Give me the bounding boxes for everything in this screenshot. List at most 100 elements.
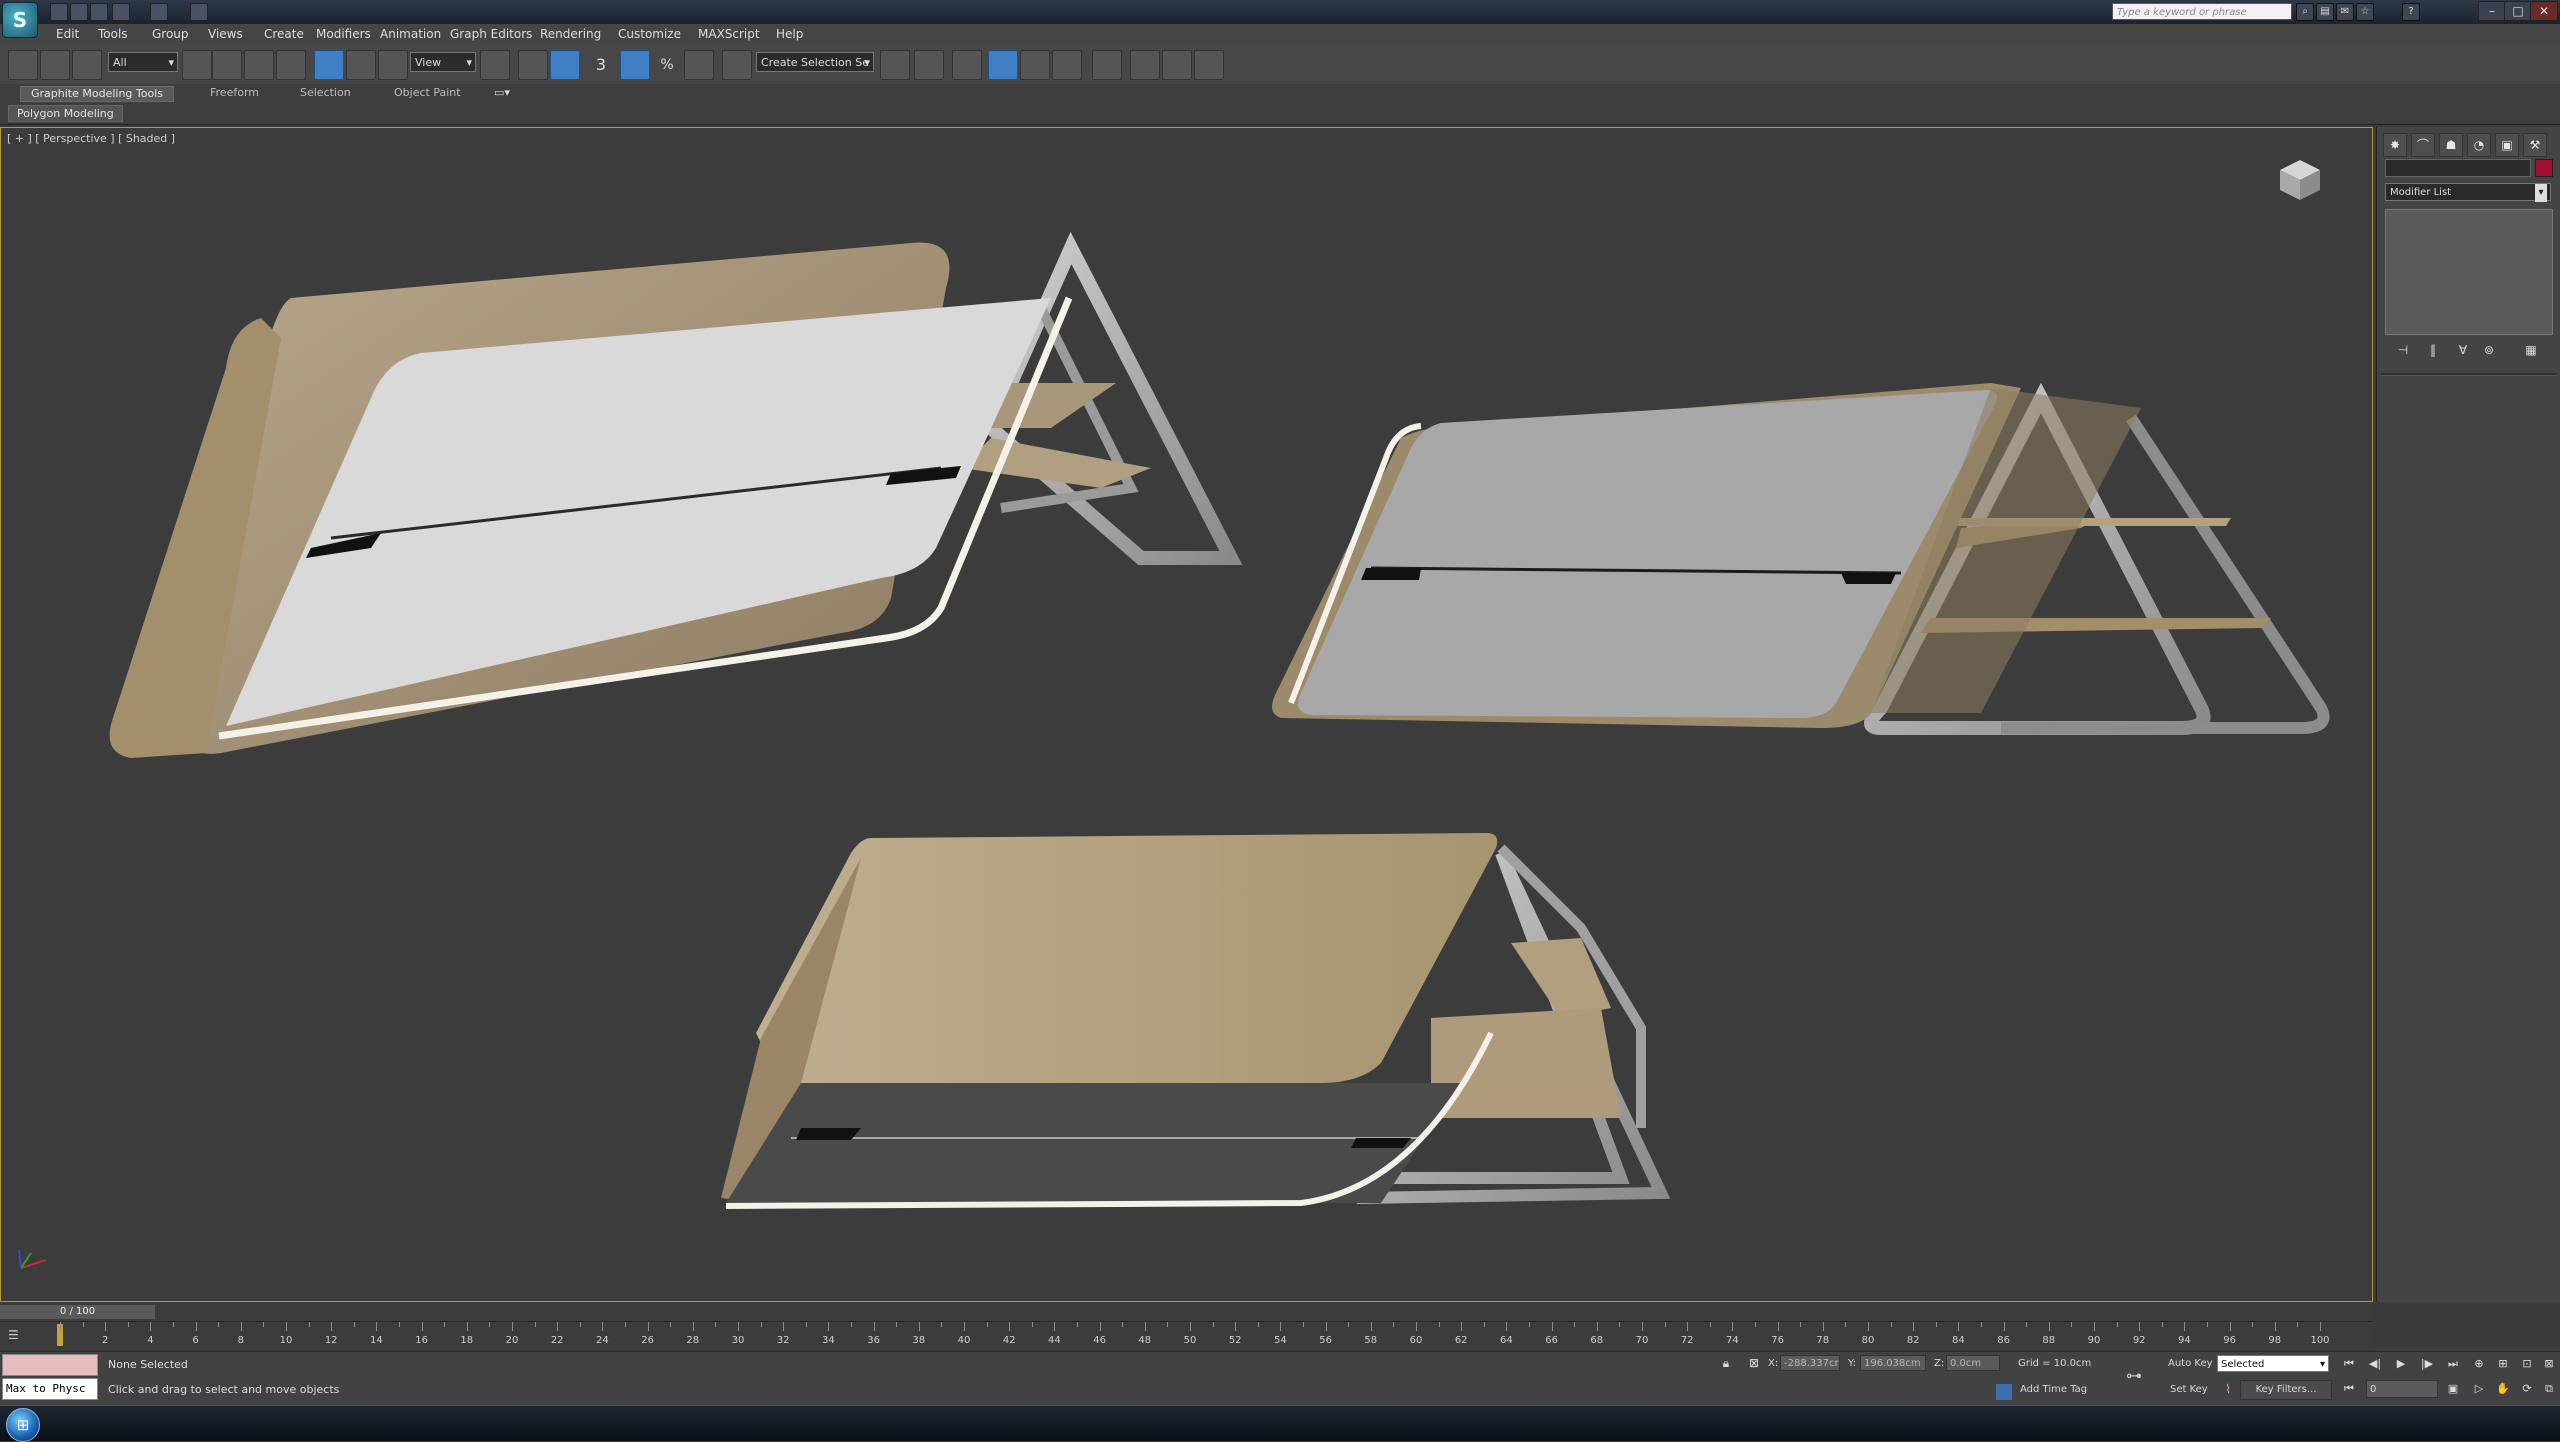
schematic-view-icon[interactable] [1052,50,1082,80]
orbit-icon[interactable]: ⟳ [2518,1380,2536,1398]
manage-layers-icon[interactable] [952,50,982,80]
field-of-view-icon[interactable]: ▷ [2470,1380,2488,1398]
app-logo[interactable]: S [2,2,38,38]
perspective-viewport[interactable]: [ + ] [ Perspective ] [ Shaded ] [0,127,2373,1302]
subscription-icon[interactable]: ▤ [2316,3,2334,21]
ribbon-options-icon[interactable]: ▭▾ [494,86,510,100]
select-manipulate-icon[interactable] [518,50,548,80]
zoom-extents-all-icon[interactable]: ⊠ [2540,1355,2558,1373]
undo-icon[interactable] [112,3,130,21]
object-name-field[interactable] [2385,159,2531,177]
maximize-viewport-icon[interactable]: ⧉ [2540,1380,2558,1398]
tab-selection[interactable]: Selection [290,86,361,100]
menu-views[interactable]: Views [208,27,243,41]
unlink-icon[interactable] [40,50,70,80]
favorites-icon[interactable]: ☆ [2356,3,2374,21]
menu-animation[interactable]: Animation [380,27,441,41]
selection-filter-dropdown[interactable]: All [108,52,178,73]
select-and-move-icon[interactable] [314,50,344,80]
window-crossing-icon[interactable] [276,50,306,80]
shelf-object-left[interactable] [109,231,1243,758]
start-button[interactable]: ⊞ [6,1408,40,1442]
polygon-modeling-panel[interactable]: Polygon Modeling [8,105,123,122]
minimize-button[interactable]: – [2478,1,2506,21]
time-slider-thumb[interactable]: 0 / 100 [0,1305,155,1319]
utilities-panel-icon[interactable]: ⚒ [2523,133,2547,157]
time-configuration-icon[interactable]: ▣ [2444,1380,2462,1398]
track-bar[interactable]: ☰ 2 4 6 8 10 12 14 16 18 20 22 24 26 28 30 32 34 36 38 40 42… [0,1321,2373,1352]
show-end-result-icon[interactable]: ‖ [2421,343,2445,361]
curve-editor-icon[interactable] [1020,50,1050,80]
pin-stack-icon[interactable]: ⊣ [2391,343,2415,361]
tab-object-paint[interactable]: Object Paint [384,86,471,100]
make-unique-icon[interactable]: ∀ [2451,343,2475,361]
help-icon[interactable]: ? [2402,3,2420,21]
redo-icon[interactable] [150,3,168,21]
menu-create[interactable]: Create [264,27,304,41]
previous-frame-icon[interactable]: ◀| [2366,1355,2384,1373]
menu-help[interactable]: Help [776,27,803,41]
zoom-all-icon[interactable]: ⊞ [2494,1355,2512,1373]
tab-graphite-modeling-tools[interactable]: Graphite Modeling Tools [20,86,175,102]
pivot-point-icon[interactable] [480,50,510,80]
edit-named-selection-icon[interactable] [722,50,752,80]
pan-view-icon[interactable]: ✋ [2494,1380,2512,1398]
menu-rendering[interactable]: Rendering [540,27,601,41]
reference-coordinate-dropdown[interactable]: View [410,52,476,73]
key-selection-dropdown[interactable]: Selected [2217,1355,2329,1373]
graphite-ribbon-icon[interactable] [988,50,1018,80]
percent-snap-icon[interactable]: % [652,50,682,80]
set-keys-icon[interactable]: ⊶ [2126,1366,2156,1386]
modifier-stack[interactable] [2385,209,2553,335]
z-coord-field[interactable]: 0.0cm [1946,1355,2000,1371]
menu-customize[interactable]: Customize [618,27,681,41]
search-input[interactable]: Type a keyword or phrase [2112,3,2292,20]
menu-group[interactable]: Group [152,27,189,41]
snaps-toggle-icon[interactable]: 3 [586,50,616,80]
select-and-rotate-icon[interactable] [346,50,376,80]
display-panel-icon[interactable]: ▣ [2495,133,2519,157]
menu-graph-editors[interactable]: Graph Editors [450,27,532,41]
next-frame-icon[interactable]: |▶ [2418,1355,2436,1373]
configure-modifier-sets-icon[interactable]: ▦ [2519,343,2543,361]
absolute-mode-icon[interactable]: ⊠ [1746,1356,1762,1372]
create-panel-icon[interactable]: ✸ [2383,133,2407,157]
default-in-out-tangents-icon[interactable]: ⌇ [2220,1382,2236,1398]
save-file-icon[interactable] [90,3,108,21]
go-to-end-icon[interactable]: ⏭ [2444,1355,2462,1373]
selection-lock-icon[interactable]: 🔒︎ [1718,1356,1734,1372]
mirror-icon[interactable] [880,50,910,80]
motion-panel-icon[interactable]: ◔ [2467,133,2491,157]
x-coord-field[interactable]: -288.337cr [1780,1355,1840,1371]
spinner-snap-icon[interactable] [684,50,714,80]
maxscript-listener[interactable]: Max to Physc [2,1354,98,1400]
menu-maxscript[interactable]: MAXScript [698,27,760,41]
viewcube[interactable] [2276,156,2324,204]
maxscript-output[interactable] [2,1354,98,1376]
select-object-icon[interactable] [182,50,212,80]
close-button[interactable]: ✕ [2530,1,2558,21]
time-tag-icon[interactable] [1996,1384,2012,1400]
current-frame-field[interactable]: 0 [2366,1380,2438,1398]
object-color-swatch[interactable] [2535,159,2553,177]
open-file-icon[interactable] [70,3,88,21]
zoom-icon[interactable]: ⊕ [2470,1355,2488,1373]
zoom-extents-icon[interactable]: ⊡ [2518,1355,2536,1373]
maxscript-input[interactable]: Max to Physc [2,1378,98,1400]
project-folder-icon[interactable] [190,3,208,21]
modify-panel-icon[interactable]: ⌒ [2411,133,2435,157]
key-filters-button[interactable]: Key Filters... [2240,1380,2332,1400]
rectangular-selection-icon[interactable] [244,50,274,80]
select-and-scale-icon[interactable] [378,50,408,80]
render-production-icon[interactable] [1194,50,1224,80]
link-icon[interactable] [8,50,38,80]
align-icon[interactable] [914,50,944,80]
remove-modifier-icon[interactable]: ⊚ [2477,343,2501,361]
tab-freeform[interactable]: Freeform [200,86,269,100]
new-file-icon[interactable] [50,3,68,21]
set-key-button[interactable]: Set Key [2170,1384,2208,1395]
hierarchy-panel-icon[interactable]: ☗ [2439,133,2463,157]
angle-snap-icon[interactable] [620,50,650,80]
go-to-start-icon[interactable]: ⏮ [2340,1355,2358,1373]
material-editor-icon[interactable] [1092,50,1122,80]
